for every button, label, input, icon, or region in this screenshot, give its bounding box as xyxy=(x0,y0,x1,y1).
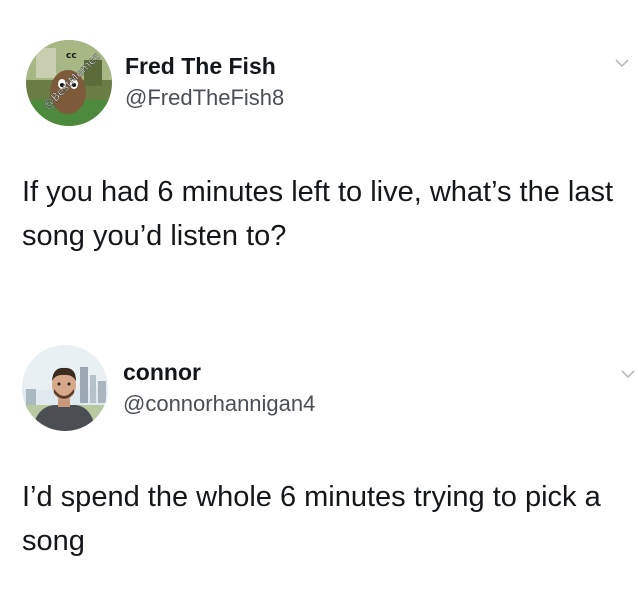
tweet-text: I’d spend the whole 6 minutes trying to … xyxy=(22,481,601,557)
connor-avatar[interactable] xyxy=(22,345,108,431)
connor-handle[interactable]: @connorhannigan4 xyxy=(123,390,315,418)
connor-display-name[interactable]: connor xyxy=(123,358,201,386)
tweet-2: connor @connorhannigan4 I’d spend the wh… xyxy=(0,0,638,600)
connor-avatar-image xyxy=(22,345,108,431)
chevron-down-icon[interactable] xyxy=(620,366,636,382)
tweet-2-content: connor @connorhannigan4 I’d spend the wh… xyxy=(0,0,638,600)
